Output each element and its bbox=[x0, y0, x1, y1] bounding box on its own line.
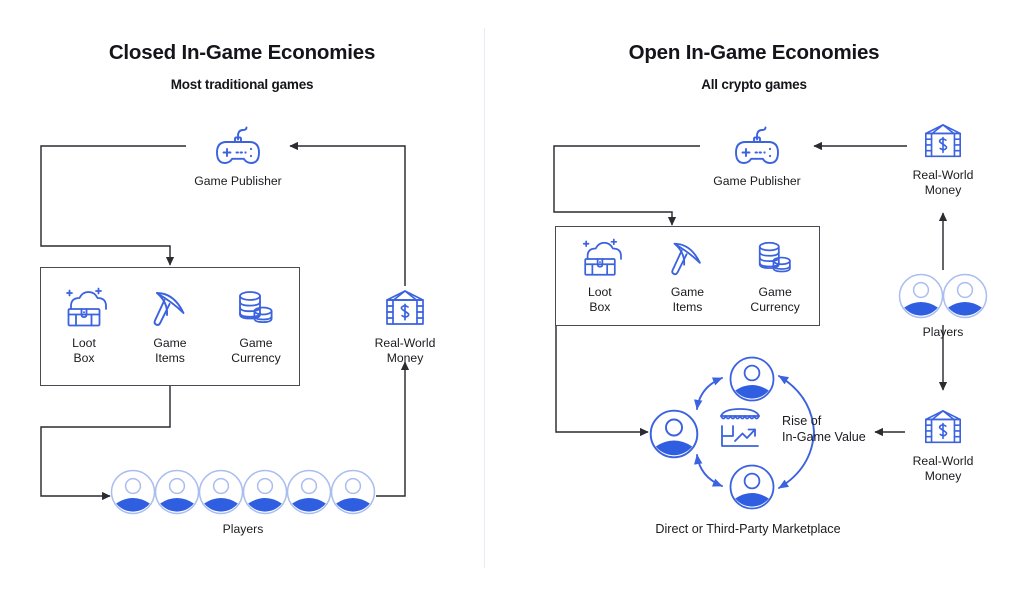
panel-open-subtitle: All crypto games bbox=[701, 77, 807, 92]
loot-box-icon bbox=[41, 287, 126, 331]
diagram-canvas: Closed In-Game Economies Most traditiona… bbox=[0, 0, 1024, 611]
pickaxe-icon bbox=[644, 238, 731, 280]
box-cell-label: Game Items bbox=[670, 284, 705, 314]
player-avatar-icon bbox=[330, 469, 376, 515]
open-items-box: Loot Box Game Items Game Currency bbox=[555, 226, 820, 326]
node-label: Real-World Money bbox=[912, 168, 974, 197]
pickaxe-icon bbox=[127, 287, 212, 331]
cycle-caption: Direct or Third-Party Marketplace bbox=[655, 522, 841, 536]
node-open-real-world-money-top: Real-World Money bbox=[903, 122, 983, 197]
node-open-real-world-money-bottom: Real-World Money bbox=[903, 408, 983, 483]
marketplace-cycle: Rise of In-Game Value Direct or Third-Pa… bbox=[648, 355, 888, 550]
player-avatar-icon bbox=[729, 464, 775, 510]
cycle-avatar-top bbox=[728, 355, 776, 408]
player-avatar-icon bbox=[198, 469, 244, 515]
coins-icon bbox=[213, 287, 298, 331]
box-cell-label: Loot Box bbox=[72, 336, 96, 365]
box-cell-label: Game Currency bbox=[750, 284, 800, 314]
cycle-avatar-bottom bbox=[728, 463, 776, 516]
player-avatar-icon bbox=[942, 273, 988, 319]
node-label: Real-World Money bbox=[912, 454, 974, 483]
loot-box-icon bbox=[556, 238, 643, 280]
panel-open-title: Open In-Game Economies bbox=[628, 41, 880, 64]
panel-closed-subtitle: Most traditional games bbox=[170, 77, 314, 92]
node-label: Real-World Money bbox=[374, 336, 436, 365]
node-label: Game Publisher bbox=[194, 174, 282, 188]
node-label: Players bbox=[222, 522, 264, 536]
player-avatar-row bbox=[898, 272, 988, 320]
node-closed-game-publisher: Game Publisher bbox=[186, 126, 290, 189]
bank-icon bbox=[903, 408, 983, 450]
box-cell-loot-box: Loot Box bbox=[556, 238, 643, 314]
node-label: Game Publisher bbox=[713, 174, 801, 188]
player-avatar-icon bbox=[242, 469, 288, 515]
node-open-players: Players bbox=[898, 272, 988, 340]
cycle-avatar-left bbox=[648, 408, 700, 465]
gamepad-icon bbox=[186, 126, 290, 170]
player-avatar-icon bbox=[110, 469, 156, 515]
box-cell-game-items: Game Items bbox=[127, 287, 212, 365]
box-cell-game-items: Game Items bbox=[644, 238, 731, 314]
node-closed-real-world-money: Real-World Money bbox=[365, 288, 445, 365]
box-cell-label: Loot Box bbox=[587, 284, 612, 314]
player-avatar-icon bbox=[649, 409, 699, 459]
box-cell-loot-box: Loot Box bbox=[41, 287, 126, 365]
box-cell-label: Game Items bbox=[153, 336, 187, 365]
panel-closed-title: Closed In-Game Economies bbox=[108, 41, 376, 64]
node-open-game-publisher: Game Publisher bbox=[700, 126, 814, 189]
player-avatar-icon bbox=[286, 469, 332, 515]
bank-icon bbox=[903, 122, 983, 164]
box-cell-game-currency: Game Currency bbox=[213, 287, 298, 365]
coins-icon bbox=[732, 238, 819, 280]
closed-items-box: Loot Box Game Items Game Currency bbox=[40, 267, 300, 386]
box-cell-label: Game Currency bbox=[231, 336, 281, 365]
cycle-center-label: Rise of In-Game Value bbox=[782, 414, 866, 444]
box-cell-game-currency: Game Currency bbox=[732, 238, 819, 314]
bank-icon bbox=[365, 288, 445, 332]
gamepad-icon bbox=[700, 126, 814, 170]
marketplace-chart-icon bbox=[714, 405, 766, 460]
node-label: Players bbox=[922, 325, 964, 339]
player-avatar-icon bbox=[898, 273, 944, 319]
player-avatar-icon bbox=[729, 356, 775, 402]
node-closed-players: Players bbox=[110, 468, 376, 537]
player-avatar-row bbox=[110, 468, 376, 516]
player-avatar-icon bbox=[154, 469, 200, 515]
